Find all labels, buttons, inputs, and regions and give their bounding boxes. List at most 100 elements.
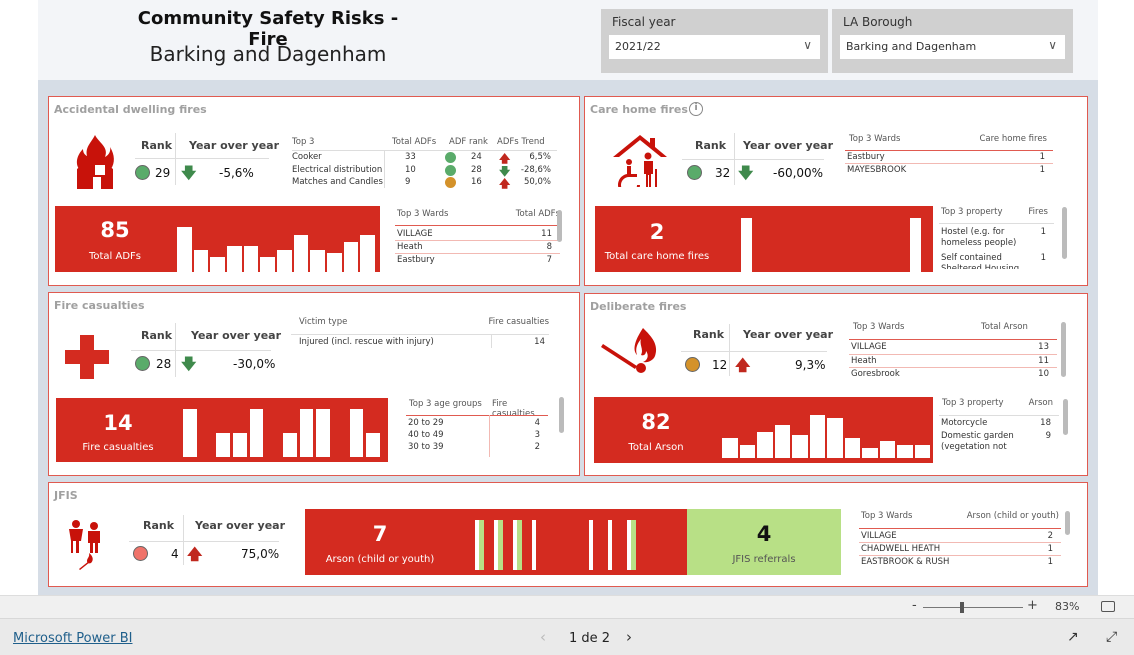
zoom-out-button[interactable]: - <box>912 598 917 613</box>
info-icon[interactable]: i <box>689 102 703 116</box>
scrollbar[interactable] <box>559 397 564 433</box>
chart-bar <box>910 218 921 272</box>
arson-child-value: 7 <box>372 522 388 546</box>
cause-total: 9 <box>405 177 411 187</box>
row-label: VILLAGE <box>861 531 897 541</box>
yoy-header: Year over year <box>743 139 834 152</box>
row-value: 13 <box>1038 342 1049 352</box>
top3-property-table: Top 3 property Fires Hostel (e.g. for ho… <box>939 207 1054 269</box>
yoy-header: Year over year <box>189 139 280 152</box>
rank-value: 4 <box>171 547 179 561</box>
status-dot <box>445 177 456 188</box>
arson-child-label: Arson (child or youth) <box>325 554 435 565</box>
chart-bar <box>216 433 230 457</box>
row-value: 1 <box>1039 165 1045 175</box>
scrollbar[interactable] <box>1063 399 1068 435</box>
panel-care-home-fires: Care home fires i Rank Year over year 32… <box>584 96 1088 286</box>
top3-age-groups-table: Top 3 age groups Fire casualties 20 to 2… <box>406 399 548 457</box>
row-value: 3 <box>534 430 540 440</box>
row-label: VILLAGE <box>851 342 887 352</box>
rank-status-dot <box>135 356 150 371</box>
panel-title: Accidental dwelling fires <box>54 103 207 116</box>
rank-status-dot <box>687 165 702 180</box>
chart-bar <box>827 418 843 458</box>
cause-name: Cooker <box>292 152 322 162</box>
panel-accidental-dwelling-fires: Accidental dwelling fires Rank Year over… <box>48 96 580 286</box>
top3-wards-table: Top 3 Wards Total Arson VILLAGE 13 Heath 11… <box>849 322 1057 380</box>
zoom-bar: - + 83% <box>0 595 1134 618</box>
fullscreen-icon[interactable]: ⤢ <box>1106 629 1117 645</box>
total-arson-card: 82 Total Arson <box>594 397 933 463</box>
zoom-level: 83% <box>1055 600 1080 613</box>
cause-total: 10 <box>405 164 416 175</box>
jfis-stripe-chart <box>475 520 675 570</box>
chart-bar <box>177 227 192 272</box>
row-divider <box>395 240 560 241</box>
page-indicator: 1 de 2 <box>569 631 611 646</box>
row-label: Heath <box>851 355 877 366</box>
arrow-up-icon: 🡅 <box>735 356 751 374</box>
casualties-monthly-chart <box>183 409 383 457</box>
jfis-referrals-value: 4 <box>756 522 772 546</box>
chart-bar <box>349 409 364 457</box>
zoom-slider[interactable] <box>923 607 1023 608</box>
chart-bar <box>227 245 242 272</box>
row-value: 4 <box>534 418 540 428</box>
arrow-down-icon: 🡇 <box>181 164 197 182</box>
scrollbar[interactable] <box>1065 511 1070 535</box>
row-label: CHADWELL HEATH <box>861 544 941 554</box>
chart-bar <box>310 249 325 272</box>
fit-to-page-icon[interactable] <box>1101 601 1115 612</box>
yoy-value: 75,0% <box>241 547 280 561</box>
chart-bar <box>243 245 259 272</box>
arson-stripe <box>589 520 593 570</box>
next-page-icon[interactable]: › <box>626 628 632 646</box>
rank-value: 12 <box>712 358 728 372</box>
share-icon[interactable]: ↗ <box>1067 629 1079 645</box>
jfis-referrals-card: 4 JFIS referrals <box>687 509 841 575</box>
scrollbar[interactable] <box>557 210 562 242</box>
zoom-slider-handle[interactable] <box>960 602 964 613</box>
chart-bar <box>233 433 247 457</box>
status-dot <box>445 152 456 163</box>
panel-fire-casualties: Fire casualties Rank Year over year 28 🡇… <box>48 292 580 476</box>
row-value: 11 <box>541 229 552 239</box>
match-fire-icon <box>601 328 657 373</box>
row-label: 30 to 39 <box>408 442 444 452</box>
scrollbar[interactable] <box>1061 322 1066 377</box>
yoy-value: -30,0% <box>233 357 276 371</box>
fiscal-year-dropdown[interactable]: 2021/22 ∨ <box>609 35 820 59</box>
cause-rank: 24 <box>471 152 482 162</box>
row-value: 1 <box>1040 227 1046 237</box>
previous-page-icon[interactable]: ‹ <box>540 628 546 646</box>
borough-dropdown[interactable]: Barking and Dagenham ∨ <box>840 35 1065 59</box>
cause-rank: 16 <box>471 177 482 187</box>
rank-header: Rank <box>693 328 725 341</box>
row-value: 1 <box>1040 253 1046 263</box>
total-arson-value: 82 <box>641 410 671 434</box>
rank-header: Rank <box>143 519 175 532</box>
fiscal-year-label: Fiscal year <box>612 15 676 29</box>
chart-bar <box>360 234 375 272</box>
zoom-in-button[interactable]: + <box>1027 598 1038 613</box>
arson-child-card: 7 Arson (child or youth) <box>305 509 687 575</box>
row-value: 7 <box>546 255 552 265</box>
borough-label: LA Borough <box>843 15 913 29</box>
page-subtitle: Barking and Dagenham <box>149 42 387 66</box>
referral-stripe <box>517 520 522 570</box>
row-value: 2 <box>1047 531 1053 541</box>
row-divider <box>859 555 1061 556</box>
row-label: VILLAGE <box>397 229 433 239</box>
cause-trend: 6,5% <box>529 152 551 162</box>
top3-wards-table: Top 3 Wards Arson (child or youth) VILLA… <box>859 511 1061 567</box>
power-bi-link[interactable]: Microsoft Power BI <box>13 631 132 646</box>
scrollbar[interactable] <box>1062 207 1067 259</box>
total-care-home-label: Total care home fires <box>604 251 710 262</box>
chevron-down-icon: ∨ <box>1048 38 1057 52</box>
row-label: Self contained Sheltered Housing <box>941 253 1020 269</box>
panel-title: JFIS <box>54 489 78 502</box>
chart-bar <box>327 253 342 272</box>
row-label: Domestic garden (vegetation not <box>941 431 1014 452</box>
chart-bar <box>741 218 752 272</box>
yoy-header: Year over year <box>195 519 286 532</box>
